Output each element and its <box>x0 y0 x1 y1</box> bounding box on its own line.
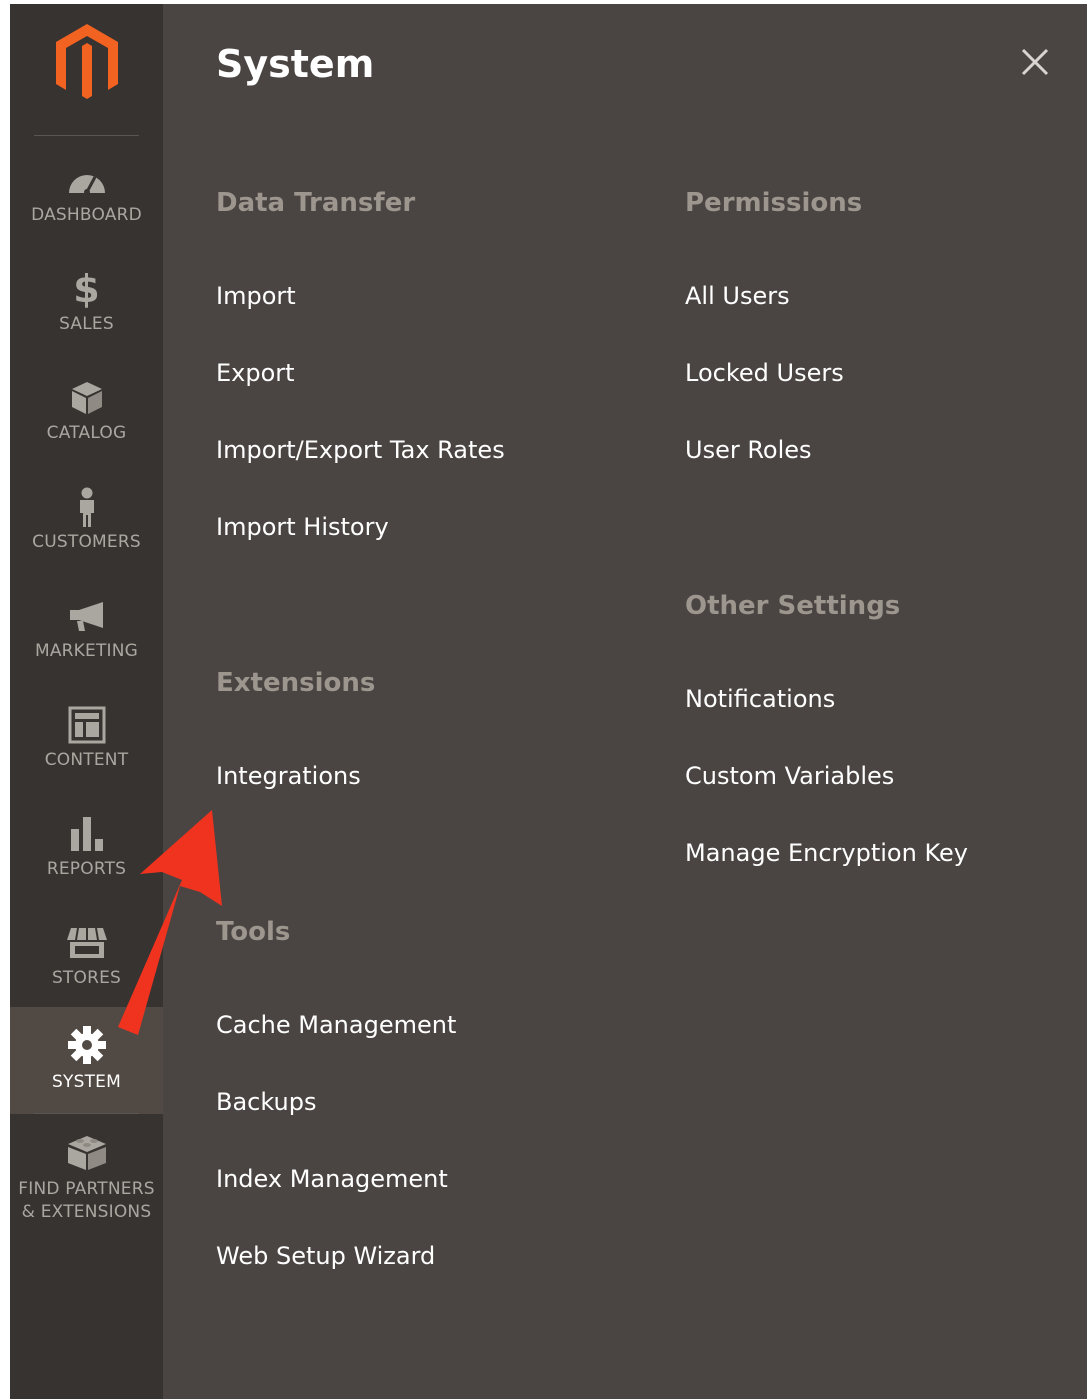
sidebar-item-sales[interactable]: $ SALES <box>10 259 163 364</box>
layout-icon <box>66 705 108 745</box>
section-title-permissions: Permissions <box>685 188 863 218</box>
menu-link-import[interactable]: Import <box>216 280 296 312</box>
menu-link-notifications[interactable]: Notifications <box>685 683 835 715</box>
sidebar-item-label: SALES <box>59 314 114 334</box>
sidebar-item-catalog[interactable]: CATALOG <box>10 368 163 473</box>
sidebar-item-label: CATALOG <box>46 423 127 443</box>
magento-logo[interactable] <box>52 22 122 102</box>
sidebar-item-label: DASHBOARD <box>31 205 142 225</box>
sidebar-item-customers[interactable]: CUSTOMERS <box>10 477 163 582</box>
sidebar-item-system[interactable]: SYSTEM <box>10 1007 163 1114</box>
menu-link-backups[interactable]: Backups <box>216 1086 316 1118</box>
menu-link-all-users[interactable]: All Users <box>685 280 790 312</box>
dashboard-gauge-icon <box>66 160 108 200</box>
box-icon <box>66 378 108 418</box>
sidebar-item-marketing[interactable]: MARKETING <box>10 586 163 691</box>
sidebar-item-label: STORES <box>51 968 122 988</box>
sidebar-item-label: FIND PARTNERS & EXTENSIONS <box>18 1179 155 1222</box>
close-icon <box>1021 48 1049 76</box>
storefront-icon <box>66 923 108 963</box>
section-title-data-transfer: Data Transfer <box>216 188 416 218</box>
section-title-tools: Tools <box>216 917 291 947</box>
menu-link-index-management[interactable]: Index Management <box>216 1163 448 1195</box>
bar-chart-icon <box>66 814 108 854</box>
sidebar-item-dashboard[interactable]: DASHBOARD <box>10 150 163 255</box>
sidebar-item-reports[interactable]: REPORTS <box>10 804 163 909</box>
sidebar-item-label: REPORTS <box>46 859 127 879</box>
person-icon <box>66 487 108 527</box>
sidebar-divider <box>34 1113 139 1114</box>
admin-sidebar: DASHBOARD $ SALES CATALOG CUSTOMERS MARK… <box>10 4 163 1399</box>
menu-link-web-setup-wizard[interactable]: Web Setup Wizard <box>216 1240 435 1272</box>
sidebar-item-find-partners[interactable]: FIND PARTNERS & EXTENSIONS <box>10 1128 163 1238</box>
menu-link-export[interactable]: Export <box>216 357 295 389</box>
menu-link-cache-management[interactable]: Cache Management <box>216 1009 456 1041</box>
menu-link-import-history[interactable]: Import History <box>216 511 389 543</box>
dollar-icon: $ <box>73 267 100 311</box>
sidebar-item-label: MARKETING <box>34 641 139 661</box>
sidebar-item-label: SYSTEM <box>52 1072 121 1092</box>
close-button[interactable] <box>1015 42 1055 82</box>
section-title-other-settings: Other Settings <box>685 591 901 621</box>
section-title-extensions: Extensions <box>216 668 376 698</box>
menu-link-user-roles[interactable]: User Roles <box>685 434 812 466</box>
menu-link-integrations[interactable]: Integrations <box>216 760 361 792</box>
menu-link-locked-users[interactable]: Locked Users <box>685 357 844 389</box>
sidebar-item-content[interactable]: CONTENT <box>10 695 163 800</box>
page-title: System <box>216 42 375 86</box>
menu-link-import-export-tax-rates[interactable]: Import/Export Tax Rates <box>216 434 505 466</box>
megaphone-icon <box>66 596 108 636</box>
sidebar-item-label: CUSTOMERS <box>32 532 141 552</box>
menu-link-manage-encryption-key[interactable]: Manage Encryption Key <box>685 837 968 869</box>
gear-icon <box>66 1025 108 1065</box>
sidebar-divider <box>34 135 139 136</box>
sidebar-item-stores[interactable]: STORES <box>10 913 163 1018</box>
sidebar-item-label: CONTENT <box>44 750 129 770</box>
menu-link-custom-variables[interactable]: Custom Variables <box>685 760 894 792</box>
blocks-icon <box>66 1132 108 1172</box>
system-menu-panel: System Data Transfer Import Export Impor… <box>163 4 1087 1399</box>
